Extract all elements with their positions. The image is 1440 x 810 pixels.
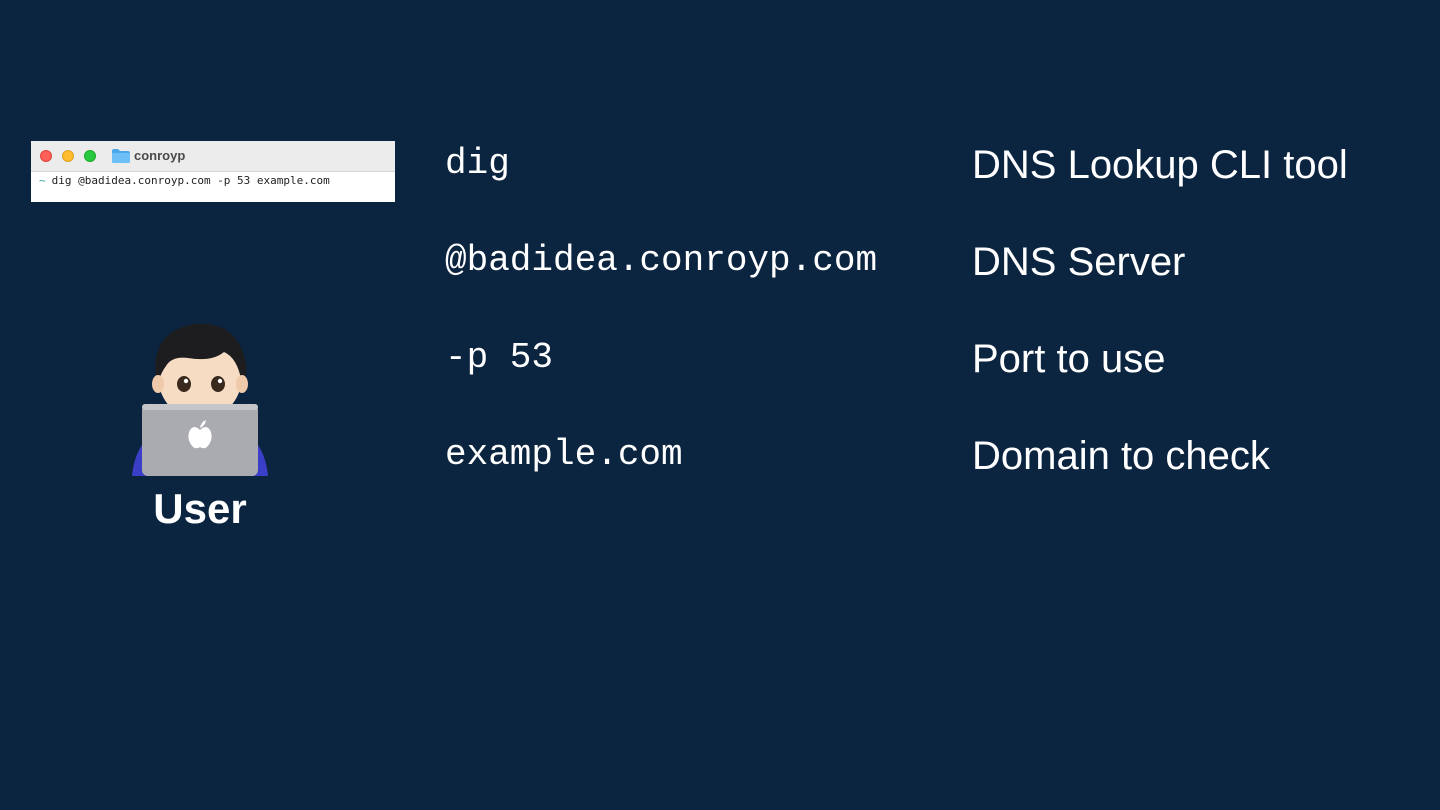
technologist-emoji-icon: [132, 323, 268, 476]
command-part-port: -p 53: [445, 337, 554, 378]
description-server: DNS Server: [972, 240, 1186, 284]
command-part-domain: example.com: [445, 434, 683, 475]
minimize-dot-icon[interactable]: [62, 150, 74, 162]
terminal-command: dig @badidea.conroyp.com -p 53 example.c…: [51, 174, 330, 187]
terminal-title: conroyp: [134, 148, 186, 163]
maximize-dot-icon[interactable]: [84, 150, 96, 162]
user-label: User: [153, 485, 247, 532]
description-port: Port to use: [972, 337, 1166, 381]
command-part-server: @badidea.conroyp.com: [445, 240, 878, 281]
command-part-dig: dig: [445, 143, 510, 184]
folder-icon: [112, 149, 130, 163]
close-dot-icon[interactable]: [40, 150, 52, 162]
description-dig: DNS Lookup CLI tool: [972, 143, 1348, 187]
terminal-prompt: ~: [39, 174, 46, 187]
terminal-window: conroyp ~ dig @badidea.conroyp.com -p 53 …: [31, 141, 395, 202]
terminal-command-line[interactable]: ~ dig @badidea.conroyp.com -p 53 example.…: [39, 174, 330, 187]
terminal-titlebar: conroyp: [31, 141, 395, 172]
description-domain: Domain to check: [972, 434, 1270, 478]
